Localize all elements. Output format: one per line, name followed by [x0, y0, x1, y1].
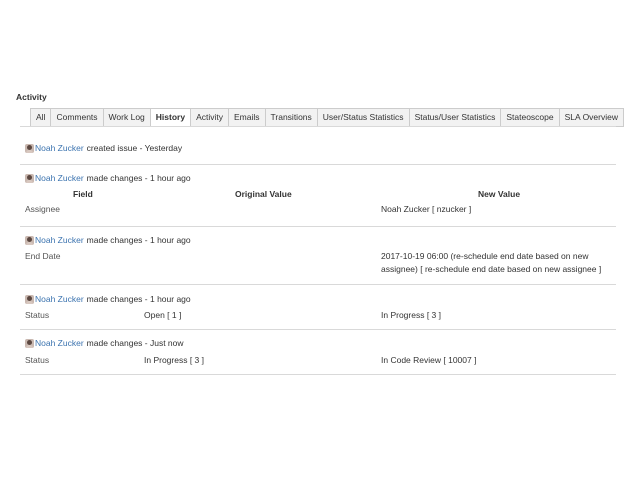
history-new-value-line2: assignee) [ re-schedule end date based o…: [381, 264, 602, 274]
user-link[interactable]: Noah Zucker: [35, 235, 84, 245]
tab-activity[interactable]: Activity: [191, 108, 229, 127]
tab-work-log[interactable]: Work Log: [103, 108, 151, 127]
column-header-original-value: Original Value: [235, 189, 292, 199]
user-avatar-icon: [25, 294, 34, 304]
history-field-name: Status: [25, 310, 50, 320]
history-entry: Noah Zucker made changes - 1 hour ago Fi…: [20, 165, 616, 227]
tab-emails[interactable]: Emails: [229, 108, 266, 127]
history-entry: Noah Zucker made changes - 1 hour ago En…: [20, 227, 616, 285]
history-entry: Noah Zucker made changes - Just now Stat…: [20, 330, 616, 375]
history-new-value: Noah Zucker [ nzucker ]: [381, 204, 472, 214]
user-avatar-icon: [25, 338, 34, 348]
history-action: made changes - Just now: [86, 338, 184, 348]
tab-transitions[interactable]: Transitions: [265, 108, 318, 127]
tab-user-status-statistics[interactable]: User/Status Statistics: [317, 108, 410, 127]
history-action: made changes - 1 hour ago: [86, 173, 191, 183]
history-field-name: End Date: [25, 251, 61, 261]
tab-all[interactable]: All: [30, 108, 52, 127]
history-original-value: In Progress [ 3 ]: [144, 355, 204, 365]
tab-stateoscope[interactable]: Stateoscope: [501, 108, 560, 127]
history-entry: Noah Zucker created issue - Yesterday: [20, 127, 616, 165]
user-avatar-icon: [25, 235, 34, 245]
history-entry-header: Noah Zucker made changes - 1 hour ago: [25, 173, 191, 183]
history-entry-header: Noah Zucker made changes - 1 hour ago: [25, 294, 191, 304]
tab-status-user-statistics[interactable]: Status/User Statistics: [409, 108, 502, 127]
history-original-value: Open [ 1 ]: [144, 310, 182, 320]
column-header-field: Field: [73, 189, 93, 199]
history-action: created issue - Yesterday: [86, 143, 183, 153]
activity-tabs: All Comments Work Log History Activity E…: [30, 108, 624, 127]
history-entry-header: Noah Zucker made changes - Just now: [25, 338, 184, 348]
history-field-name: Status: [25, 355, 50, 365]
user-link[interactable]: Noah Zucker: [35, 294, 84, 304]
history-entry-header: Noah Zucker made changes - 1 hour ago: [25, 235, 191, 245]
history-field-name: Assignee: [25, 204, 60, 214]
history-action: made changes - 1 hour ago: [86, 235, 191, 245]
history-action: made changes - 1 hour ago: [86, 294, 191, 304]
user-avatar-icon: [25, 173, 34, 183]
history-new-value: In Progress [ 3 ]: [381, 310, 441, 320]
history-new-value-line1: 2017-10-19 06:00 (re-schedule end date b…: [381, 251, 589, 261]
user-avatar-icon: [25, 143, 34, 153]
user-link[interactable]: Noah Zucker: [35, 173, 84, 183]
user-link[interactable]: Noah Zucker: [35, 143, 84, 153]
history-entry-header: Noah Zucker created issue - Yesterday: [25, 143, 182, 153]
tab-sla-overview[interactable]: SLA Overview: [559, 108, 624, 127]
activity-section-title: Activity: [16, 92, 47, 102]
user-link[interactable]: Noah Zucker: [35, 338, 84, 348]
tab-history[interactable]: History: [150, 108, 192, 127]
history-new-value: In Code Review [ 10007 ]: [381, 355, 477, 365]
history-list: Noah Zucker created issue - Yesterday No…: [20, 127, 616, 375]
tab-comments[interactable]: Comments: [51, 108, 104, 127]
column-header-new-value: New Value: [478, 189, 521, 199]
history-entry: Noah Zucker made changes - 1 hour ago St…: [20, 285, 616, 330]
